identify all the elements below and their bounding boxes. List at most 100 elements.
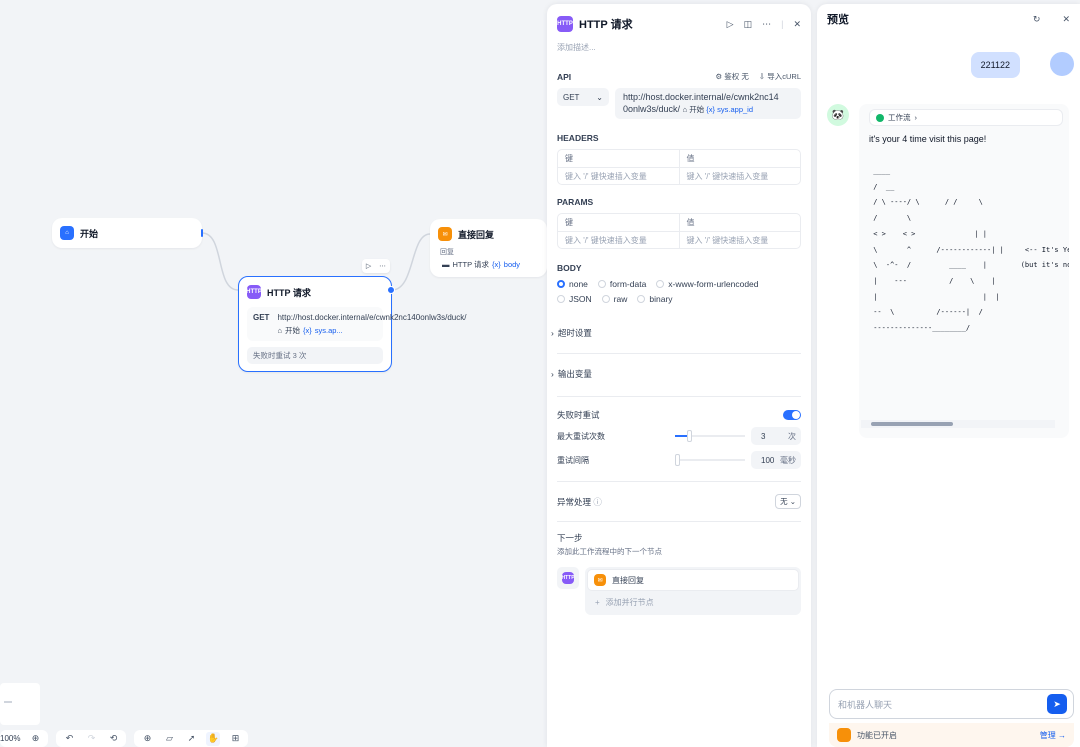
interval-value: 100 <box>761 455 775 465</box>
user-message: 221122 <box>970 52 1020 78</box>
refresh-icon[interactable]: ↻ <box>1033 14 1041 25</box>
more-icon[interactable]: ⋯ <box>379 262 386 270</box>
next-node-list: ✉ 直接回复 + 添加并行节点 <box>585 567 801 615</box>
retry-toggle[interactable] <box>783 410 801 420</box>
description-input[interactable]: 添加描述... <box>547 34 811 53</box>
bot-avatar: 🐼 <box>827 104 849 126</box>
http-icon: HTTP <box>561 572 575 584</box>
undo-icon[interactable]: ↶ <box>62 732 76 746</box>
bottom-toolbar: 100% ⊕ ↶ ↷ ⟲ ⊕ ▱ ➚ ✋ ⊞ <box>0 730 256 747</box>
workflow-status-chip[interactable]: 工作流 › <box>869 109 1063 126</box>
error-handling-label: 异常处理 <box>557 496 592 507</box>
chevron-right-icon: › <box>551 328 554 338</box>
node-config-panel: HTTP HTTP 请求 ▷ ◫ ⋯ | ✕ 添加描述... API ⚙ 鉴权 … <box>547 4 811 747</box>
auth-button[interactable]: ⚙ 鉴权 无 <box>715 71 748 82</box>
headers-value-input[interactable]: 键入 '/' 键快速插入变量 <box>678 168 801 184</box>
workflow-canvas[interactable]: ⌂ 开始 ▷ ⋯ HTTP HTTP 请求 GET http://host.do… <box>0 0 547 747</box>
zoom-level[interactable]: 100% <box>0 734 20 743</box>
add-parallel-node-button[interactable]: + 添加并行节点 <box>587 591 799 613</box>
workflow-chip-label: 工作流 <box>888 113 911 122</box>
interval-slider[interactable] <box>675 454 745 466</box>
url-input[interactable]: http://host.docker.internal/e/cwnk2nc14 … <box>615 88 801 119</box>
chat-input[interactable]: 和机器人聊天 ➤ <box>829 689 1074 719</box>
body-radio-urlencoded[interactable]: x-www-form-urlencoded <box>656 279 759 289</box>
reply-var-node: HTTP 请求 <box>452 260 490 269</box>
var-x-icon: {x} <box>302 326 312 335</box>
run-icon[interactable]: ▷ <box>727 19 734 30</box>
output-section[interactable]: › 输出变量 <box>547 368 811 380</box>
headers-key-input[interactable]: 键入 '/' 键快速插入变量 <box>558 168 679 184</box>
close-icon[interactable]: ✕ <box>793 19 801 30</box>
minimap[interactable] <box>0 683 40 725</box>
body-radio-binary[interactable]: binary <box>637 294 673 304</box>
params-value-input[interactable]: 键入 '/' 键快速插入变量 <box>678 232 801 248</box>
next-node-item[interactable]: ✉ 直接回复 <box>587 569 799 591</box>
max-retries-label: 最大重试次数 <box>557 431 605 441</box>
url-line-1: http://host.docker.internal/e/cwnk2nc14 <box>623 92 779 102</box>
redo-icon[interactable]: ↷ <box>84 732 98 746</box>
reply-var-name: body <box>503 260 521 269</box>
next-source-node: HTTP <box>557 567 579 589</box>
params-value-header: 值 <box>678 214 801 231</box>
bot-text: it's your 4 time visit this page! <box>869 134 987 144</box>
arrow-right-icon: → <box>1058 730 1066 740</box>
max-retries-input[interactable]: 3 次 <box>751 427 801 445</box>
body-label: BODY <box>557 263 582 273</box>
method-value: GET <box>563 92 580 102</box>
method-select[interactable]: GET ⌄ <box>557 88 609 106</box>
body-radio-form-data[interactable]: form-data <box>597 279 646 289</box>
error-handling-select[interactable]: 无 ⌄ <box>775 494 801 509</box>
info-icon[interactable]: ⓘ <box>593 497 602 507</box>
start-node[interactable]: ⌂ 开始 <box>52 218 202 248</box>
ascii-line: / \ ----/ \ / / \ <box>869 198 983 207</box>
add-node-icon[interactable]: ⊕ <box>140 732 154 746</box>
direct-reply-node[interactable]: ✉ 直接回复 回复 ▬ HTTP 请求 {x} body <box>430 219 547 277</box>
ascii-line: ____ <box>869 167 891 175</box>
timeout-section[interactable]: › 超时设置 <box>547 327 811 339</box>
start-node-output-handle[interactable] <box>201 229 203 237</box>
http-icon: HTTP <box>557 16 573 32</box>
add-next-node-port[interactable] <box>387 286 395 294</box>
more-icon[interactable]: ⋯ <box>762 19 771 30</box>
split-view-icon[interactable]: ◫ <box>744 19 753 30</box>
pointer-icon[interactable]: ➚ <box>184 732 198 746</box>
ascii-line: < > < > | | <box>869 229 988 238</box>
interval-label: 重试间隔 <box>557 455 589 465</box>
manage-link[interactable]: 管理 → <box>1040 730 1066 741</box>
hand-icon[interactable]: ✋ <box>206 731 221 746</box>
user-avatar <box>1050 52 1074 76</box>
body-radio-json[interactable]: JSON <box>557 294 592 304</box>
close-icon[interactable]: ✕ <box>1062 14 1070 25</box>
http-request-node[interactable]: HTTP HTTP 请求 GET http://host.docker.inte… <box>238 276 466 372</box>
note-icon[interactable]: ▱ <box>162 732 176 746</box>
import-curl-button[interactable]: ⇩ 导入cURL <box>759 71 801 82</box>
panel-title[interactable]: HTTP 请求 <box>579 16 727 32</box>
horizontal-scrollbar[interactable] <box>861 420 1055 428</box>
http-icon: HTTP <box>246 285 262 299</box>
history-icon[interactable]: ⟲ <box>106 732 120 746</box>
reply-node-variable: ▬ HTTP 请求 {x} body <box>430 259 532 270</box>
body-radio-none[interactable]: none <box>557 279 588 289</box>
home-icon: ⌂ <box>277 326 282 335</box>
headers-value-header: 值 <box>678 150 801 167</box>
next-step-label: 下一步 <box>557 533 583 543</box>
body-radio-raw[interactable]: raw <box>601 294 627 304</box>
ascii-line: / \ <box>869 214 912 223</box>
home-icon: ⌂ <box>682 105 688 114</box>
zoom-icon[interactable]: ⊕ <box>28 732 42 746</box>
plus-icon: + <box>595 597 600 607</box>
chevron-right-icon: › <box>551 369 554 379</box>
params-key-input[interactable]: 键入 '/' 键快速插入变量 <box>558 232 679 248</box>
reply-node-title: 直接回复 <box>458 229 495 240</box>
edge-start-http <box>201 232 239 291</box>
layout-icon[interactable]: ⊞ <box>228 732 242 746</box>
var-x-icon: {x} <box>492 260 501 269</box>
run-node-icon[interactable]: ▷ <box>366 262 371 270</box>
ascii-line: \ ^ /------------| | <-- It's Yeuc <box>869 245 1069 254</box>
ascii-art: ____ / __ / \ ----/ \ / / \ / \ < > < > … <box>869 164 1069 337</box>
http-node-method: GET <box>253 313 270 322</box>
max-retries-slider[interactable] <box>675 430 745 442</box>
params-key-header: 键 <box>565 218 573 227</box>
send-button[interactable]: ➤ <box>1047 694 1067 714</box>
interval-input[interactable]: 100 毫秒 <box>751 451 801 469</box>
